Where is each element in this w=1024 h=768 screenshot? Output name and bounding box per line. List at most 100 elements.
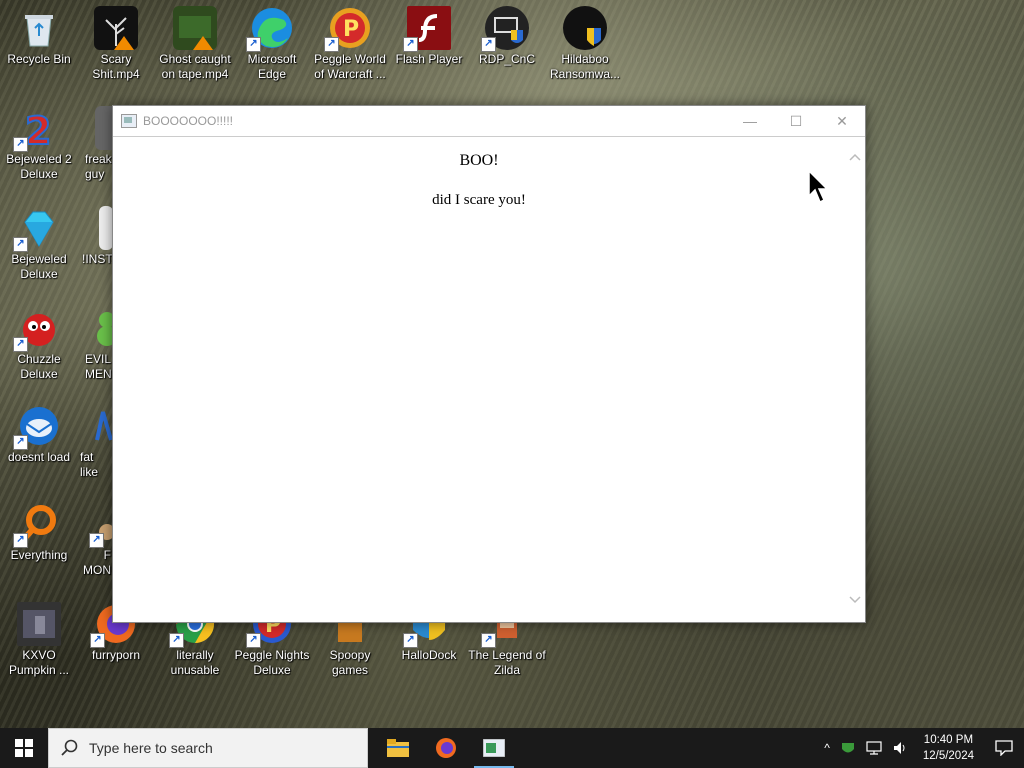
desktop-icon-scary-video[interactable]: Scary Shit.mp4 xyxy=(77,0,155,82)
desktop-icon-doesnt-load[interactable]: ↗ doesnt load xyxy=(0,398,78,465)
shield-tray-icon[interactable] xyxy=(840,740,856,756)
taskbar-file-explorer[interactable] xyxy=(374,728,422,768)
shortcut-arrow-icon: ↗ xyxy=(324,37,339,52)
desktop-icon-recycle-bin[interactable]: Recycle Bin xyxy=(0,0,78,67)
svg-text:2: 2 xyxy=(25,109,51,150)
close-button[interactable]: ✕ xyxy=(819,106,865,136)
desktop-icon-label: HalloDock xyxy=(401,648,457,662)
desktop-icon-label: Flash Player xyxy=(395,52,463,66)
desktop-icon-bejeweled[interactable]: ↗ Bejeweled Deluxe xyxy=(0,200,78,282)
tray-overflow-chevron-icon[interactable]: ^ xyxy=(824,741,830,755)
desktop-icon-label: Peggle Nights Deluxe xyxy=(234,648,310,677)
folder-icon xyxy=(387,739,409,757)
desktop-icon-peggle-wow[interactable]: P ↗ Peggle World of Warcraft ... xyxy=(311,0,389,82)
desktop-icon-label: Spoopy games xyxy=(329,648,371,677)
system-tray: ^ 10:40 PM 12/5/2024 xyxy=(819,728,1024,768)
chevron-up-icon xyxy=(849,153,861,161)
diamond-icon: ↗ xyxy=(13,206,61,252)
minimize-button[interactable]: — xyxy=(727,106,773,136)
desktop-icon-label: Hildaboo Ransomwa... xyxy=(549,52,621,81)
desktop-icon-label: !INSTA xyxy=(82,252,113,266)
shortcut-arrow-icon: ↗ xyxy=(13,237,28,252)
desktop-icon-microsoft-edge[interactable]: ↗ Microsoft Edge xyxy=(233,0,311,82)
taskbar-search-box[interactable]: Type here to search xyxy=(48,728,368,768)
shortcut-arrow-icon: ↗ xyxy=(481,633,496,648)
mouse-cursor-icon xyxy=(808,170,829,204)
shortcut-arrow-icon: ↗ xyxy=(90,633,105,648)
notification-icon xyxy=(995,740,1013,756)
scroll-up-button[interactable] xyxy=(847,149,863,165)
scroll-down-button[interactable] xyxy=(847,592,863,608)
shortcut-arrow-icon: ↗ xyxy=(403,37,418,52)
text-file-icon xyxy=(99,206,113,250)
desktop-icon-ghost-video[interactable]: Ghost caught on tape.mp4 xyxy=(156,0,234,82)
maximize-icon: ☐ xyxy=(789,112,803,129)
desktop-icon-label: Peggle World of Warcraft ... xyxy=(314,52,386,81)
taskbar-firefox[interactable] xyxy=(422,728,470,768)
desktop-icon-label: doesnt load xyxy=(7,450,71,464)
windows-logo-icon xyxy=(15,739,33,757)
video-file-icon xyxy=(173,6,217,50)
desktop-icon-label: Everything xyxy=(10,548,68,562)
desktop-icon-label: fat like xyxy=(80,450,99,479)
desktop-icon-kxvo[interactable]: KXVO Pumpkin ... xyxy=(0,596,78,678)
bejeweled-2-icon: 2 ↗ xyxy=(13,106,61,154)
window-content: BOO! did I scare you! xyxy=(113,137,865,622)
shortcut-arrow-icon: ↗ xyxy=(89,533,104,548)
desktop-icon-fat-like[interactable]: fat like xyxy=(77,398,113,480)
desktop-icon-label: Recycle Bin xyxy=(7,52,71,66)
thunderbird-icon: ↗ xyxy=(13,404,61,450)
firefox-icon xyxy=(436,738,456,758)
shortcut-arrow-icon: ↗ xyxy=(246,633,261,648)
video-file-icon xyxy=(17,602,61,646)
desktop-icon-everything[interactable]: ↗ Everything xyxy=(0,496,78,563)
taskbar-clock[interactable]: 10:40 PM 12/5/2024 xyxy=(923,732,974,764)
app-window[interactable]: BOOOOOOO!!!!! — ☐ ✕ BOO! did I scare you… xyxy=(112,105,866,623)
volume-icon[interactable] xyxy=(892,740,908,756)
desktop-icon-label: Bejeweled 2 Deluxe xyxy=(6,152,72,181)
ransomware-shield-icon xyxy=(563,6,607,50)
shortcut-arrow-icon: ↗ xyxy=(246,37,261,52)
chevron-down-icon xyxy=(849,596,861,604)
desktop-icon-chuzzle[interactable]: ↗ Chuzzle Deluxe xyxy=(0,300,78,382)
edge-icon: ↗ xyxy=(246,6,294,52)
window-titlebar[interactable]: BOOOOOOO!!!!! — ☐ ✕ xyxy=(113,106,865,137)
desktop-icon-label: Chuzzle Deluxe xyxy=(17,352,61,381)
action-center-button[interactable] xyxy=(984,728,1024,768)
flash-player-icon: ↗ xyxy=(403,6,451,52)
desktop-icon-hildaboo[interactable]: Hildaboo Ransomwa... xyxy=(546,0,624,82)
taskbar-active-app[interactable] xyxy=(470,728,518,768)
app-window-icon xyxy=(483,739,505,757)
everything-search-icon: ↗ xyxy=(13,502,61,548)
desktop-icon-label: Microsoft Edge xyxy=(247,52,297,81)
desktop-icon-label: furryporn xyxy=(91,648,141,662)
remote-desktop-icon: ↗ xyxy=(481,6,529,52)
chuzzle-icon: ↗ xyxy=(13,306,61,352)
desktop-icon-insta[interactable]: !INSTA xyxy=(77,200,113,267)
desktop-icon-evil-men[interactable]: EVIL MEN xyxy=(77,300,113,382)
game-icon: ↗ xyxy=(89,502,113,548)
video-file-icon xyxy=(94,6,138,50)
desktop-icon-bejeweled-2[interactable]: 2 ↗ Bejeweled 2 Deluxe xyxy=(0,100,78,182)
desktop-icon-label: Bejeweled Deluxe xyxy=(11,252,67,281)
clock-date: 12/5/2024 xyxy=(922,750,974,762)
app-icon xyxy=(93,404,113,448)
clock-time: 10:40 PM xyxy=(923,734,974,746)
shortcut-arrow-icon: ↗ xyxy=(169,633,184,648)
desktop-icon-label: Ghost caught on tape.mp4 xyxy=(159,52,231,81)
shortcut-arrow-icon: ↗ xyxy=(403,633,418,648)
boo-heading: BOO! xyxy=(459,152,499,169)
close-icon: ✕ xyxy=(836,112,848,129)
desktop-icon-f-mon[interactable]: ↗ F MON xyxy=(77,496,113,578)
desktop-icon-label: EVIL MEN xyxy=(85,352,112,381)
shortcut-arrow-icon: ↗ xyxy=(481,37,496,52)
network-icon[interactable] xyxy=(866,740,882,756)
messenger-icon xyxy=(93,306,113,350)
maximize-button[interactable]: ☐ xyxy=(773,106,819,136)
taskbar: Type here to search ^ 10:40 PM 12/5/2024 xyxy=(0,728,1024,768)
desktop-icon-rdp-cnc[interactable]: ↗ RDP_CnC xyxy=(468,0,546,67)
shortcut-arrow-icon: ↗ xyxy=(13,533,28,548)
desktop-icon-flash-player[interactable]: ↗ Flash Player xyxy=(390,0,468,67)
desktop-icon-label: The Legend of Zilda xyxy=(468,648,546,677)
start-button[interactable] xyxy=(0,728,48,768)
